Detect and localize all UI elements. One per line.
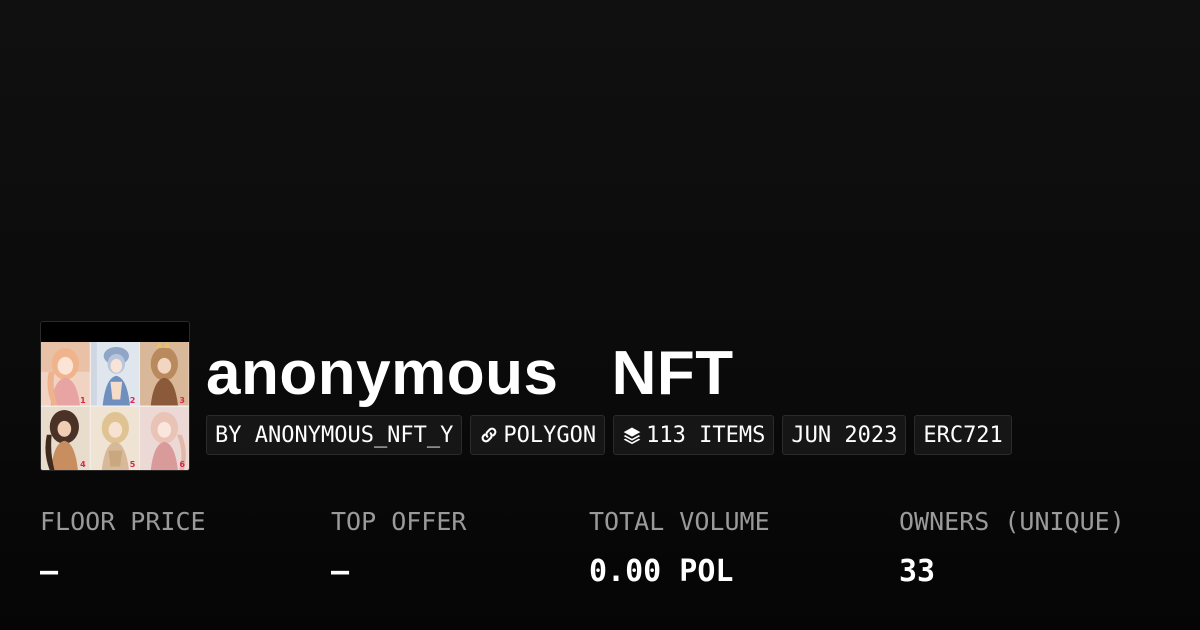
thumbnail-tile: 2 [90, 342, 140, 406]
collection-title: anonymous NFT [206, 339, 734, 408]
chain-label: POLYGON [503, 422, 597, 448]
thumbnail-tile: 6 [140, 406, 189, 470]
thumbnail-collage: 1 2 3 4 5 6 [41, 342, 189, 470]
date-label: JUN 2023 [791, 422, 898, 448]
floor-price-value: – [40, 554, 59, 589]
tile-number: 3 [179, 395, 185, 405]
thumbnail-tile: 1 [41, 342, 90, 406]
owners-label: OWNERS (UNIQUE) [899, 507, 1125, 536]
floor-price-label: FLOOR PRICE [40, 507, 206, 536]
total-volume-value: 0.00 POL [589, 554, 734, 589]
layers-icon [622, 425, 642, 445]
floor-price-stat: FLOOR PRICE – [40, 504, 206, 590]
items-label: 113 ITEMS [646, 422, 766, 448]
top-offer-stat: TOP OFFER – [331, 504, 466, 590]
owners-stat: OWNERS (UNIQUE) 33 [899, 504, 1125, 590]
tile-number: 4 [80, 460, 86, 469]
link-icon [479, 425, 499, 445]
creator-label: BY ANONYMOUS_NFT_Y [215, 422, 454, 448]
thumbnail-tile: 4 [41, 406, 90, 470]
tile-number: 5 [129, 460, 136, 469]
collection-thumbnail[interactable]: 1 2 3 4 5 6 [40, 321, 190, 471]
collection-meta-tags: BY ANONYMOUS_NFT_Y POLYGON 113 ITEMS JUN… [206, 415, 1012, 455]
items-tag[interactable]: 113 ITEMS [613, 415, 775, 455]
thumbnail-tile: 3 [140, 342, 189, 406]
total-volume-stat: TOTAL VOLUME 0.00 POL [589, 504, 770, 590]
tile-number: 1 [80, 395, 86, 405]
date-tag: JUN 2023 [782, 415, 907, 455]
total-volume-label: TOTAL VOLUME [589, 507, 770, 536]
standard-tag: ERC721 [914, 415, 1012, 455]
owners-value: 33 [899, 554, 936, 589]
chain-tag[interactable]: POLYGON [470, 415, 606, 455]
creator-tag[interactable]: BY ANONYMOUS_NFT_Y [206, 415, 463, 455]
top-offer-label: TOP OFFER [331, 507, 467, 536]
tile-number: 2 [129, 395, 136, 405]
collection-preview-card: { "collection": { "name": "anonymous NFT… [0, 0, 1200, 630]
thumbnail-tile: 5 [90, 406, 140, 470]
tile-number: 6 [179, 460, 185, 469]
standard-label: ERC721 [923, 422, 1003, 448]
top-offer-value: – [331, 554, 350, 589]
